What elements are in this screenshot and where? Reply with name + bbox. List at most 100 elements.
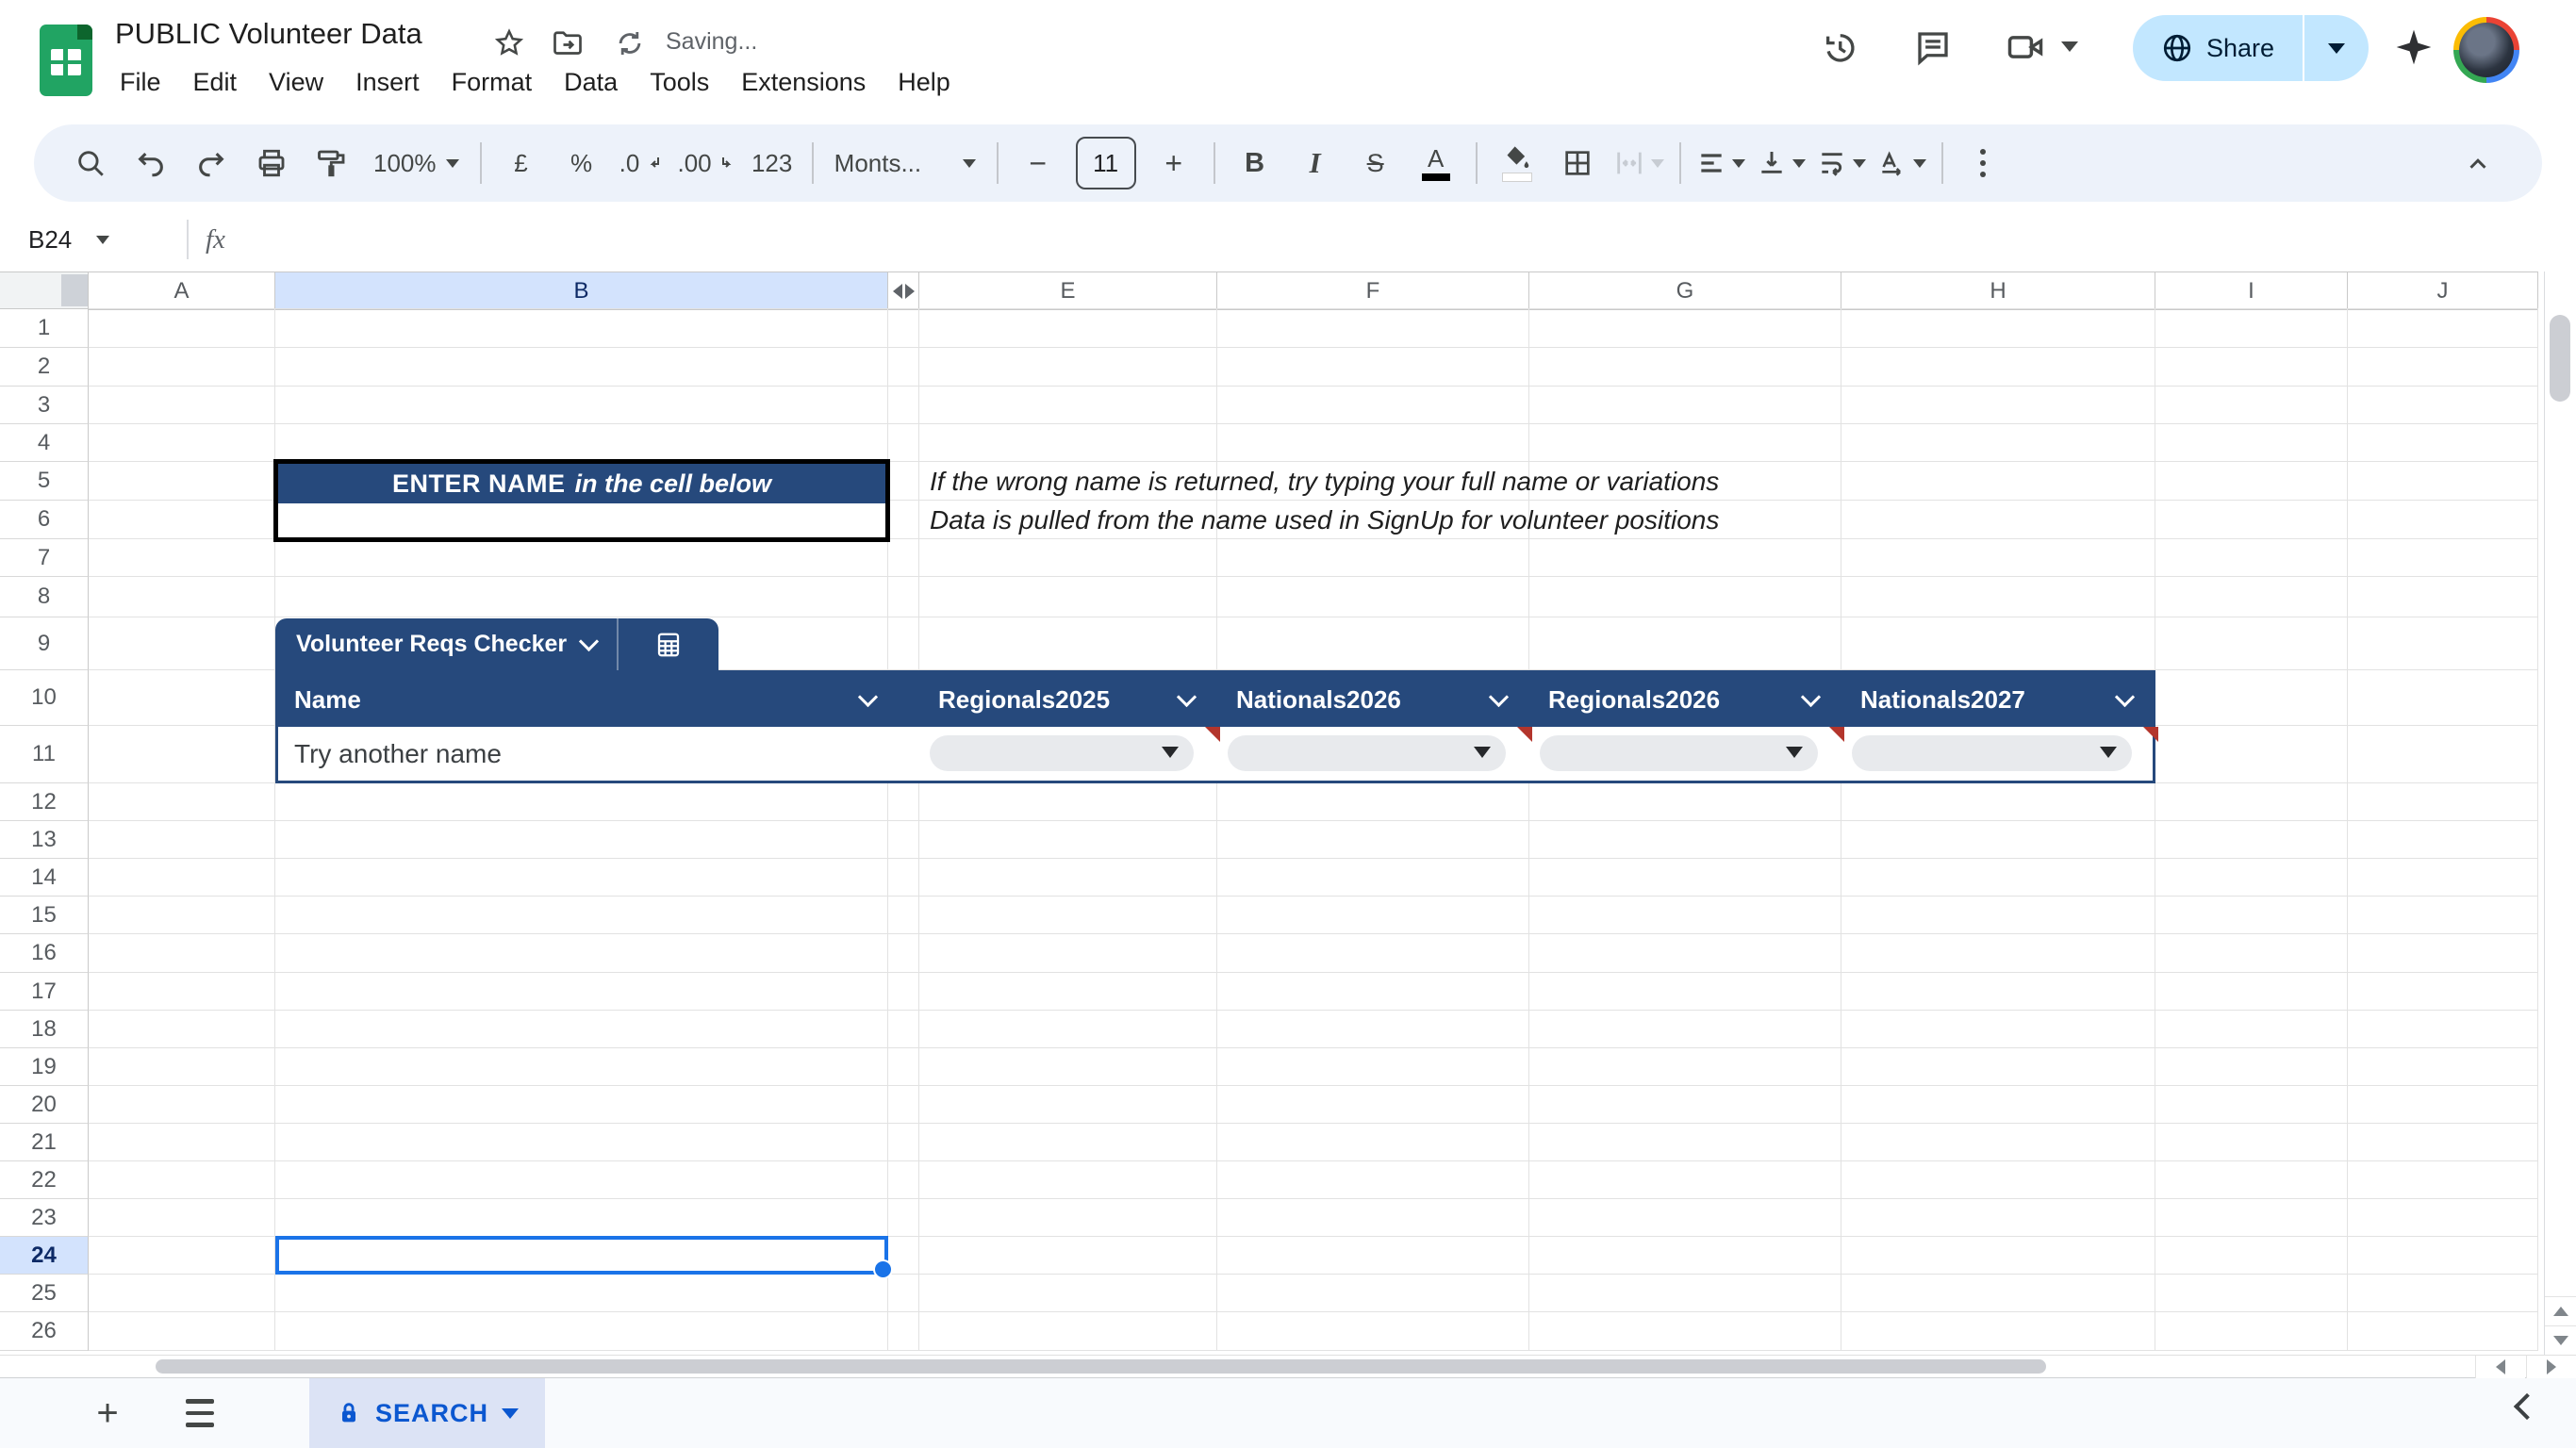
text-wrap-button[interactable]	[1811, 137, 1872, 189]
name-cell-value[interactable]: Try another name	[294, 727, 502, 781]
column-menu-caret-icon[interactable]	[1488, 686, 1510, 708]
row-header-13[interactable]: 13	[0, 821, 89, 859]
vertical-align-button[interactable]	[1751, 137, 1811, 189]
menu-file[interactable]: File	[104, 62, 177, 103]
search-icon[interactable]	[60, 137, 121, 189]
bold-button[interactable]: B	[1225, 137, 1285, 189]
undo-icon[interactable]	[121, 137, 181, 189]
menu-insert[interactable]: Insert	[339, 62, 436, 103]
table-column-header-Regionals2026[interactable]: Regionals2026	[1532, 673, 1844, 727]
column-menu-caret-icon[interactable]	[1176, 686, 1197, 708]
column-menu-caret-icon[interactable]	[2114, 686, 2136, 708]
select-all-corner[interactable]	[0, 272, 89, 309]
row-header-11[interactable]: 11	[0, 726, 89, 783]
share-button[interactable]: Share	[2133, 15, 2369, 81]
more-formats-button[interactable]: 123	[742, 137, 802, 189]
scroll-left-button[interactable]	[2475, 1356, 2525, 1378]
borders-button[interactable]	[1547, 137, 1608, 189]
column-menu-caret-icon[interactable]	[857, 686, 879, 708]
row-header-6[interactable]: 6	[0, 501, 89, 539]
dropdown-cell[interactable]	[1220, 727, 1532, 781]
row-header-17[interactable]: 17	[0, 973, 89, 1011]
row-header-12[interactable]: 12	[0, 783, 89, 821]
vertical-scrollbar[interactable]	[2544, 272, 2576, 1355]
row-header-10[interactable]: 10	[0, 670, 89, 726]
menu-help[interactable]: Help	[882, 62, 966, 103]
table-column-header-Nationals2027[interactable]: Nationals2027	[1844, 673, 2158, 727]
column-menu-caret-icon[interactable]	[1800, 686, 1822, 708]
currency-format-button[interactable]: £	[491, 137, 552, 189]
vertical-scrollbar-thumb[interactable]	[2550, 315, 2570, 402]
menu-data[interactable]: Data	[548, 62, 634, 103]
gemini-sparkle-icon[interactable]	[2387, 21, 2440, 74]
scroll-up-button[interactable]	[2545, 1296, 2576, 1325]
camera-dropdown-caret[interactable]	[2061, 41, 2078, 52]
fill-handle[interactable]	[873, 1259, 893, 1279]
row-header-25[interactable]: 25	[0, 1275, 89, 1312]
print-icon[interactable]	[241, 137, 302, 189]
comments-icon[interactable]	[1907, 21, 1959, 74]
font-select[interactable]: Monts...	[823, 137, 987, 189]
hidden-columns-indicator[interactable]	[888, 272, 919, 310]
all-sheets-button[interactable]	[173, 1387, 226, 1440]
font-size-input[interactable]: 11	[1075, 137, 1136, 189]
percent-format-button[interactable]: %	[552, 137, 612, 189]
row-header-1[interactable]: 1	[0, 309, 89, 348]
selected-cell-B24[interactable]	[275, 1236, 893, 1279]
row-header-15[interactable]: 15	[0, 897, 89, 934]
table-view-icon[interactable]	[619, 631, 718, 659]
row-header-8[interactable]: 8	[0, 577, 89, 617]
sheet-tab-caret-icon[interactable]	[502, 1407, 519, 1419]
row-header-21[interactable]: 21	[0, 1124, 89, 1161]
table-column-header-Name[interactable]: Name	[278, 673, 922, 727]
paint-format-icon[interactable]	[302, 137, 362, 189]
horizontal-scrollbar-thumb[interactable]	[156, 1359, 2046, 1374]
share-dropdown-caret[interactable]	[2304, 42, 2369, 54]
italic-button[interactable]: I	[1285, 137, 1346, 189]
column-header-F[interactable]: F	[1217, 272, 1529, 310]
dropdown-cell[interactable]	[922, 727, 1220, 781]
row-header-7[interactable]: 7	[0, 539, 89, 577]
text-rotation-button[interactable]	[1872, 137, 1932, 189]
enter-name-box[interactable]: ENTER NAME in the cell below	[273, 459, 890, 542]
menu-edit[interactable]: Edit	[177, 62, 254, 103]
menu-view[interactable]: View	[253, 62, 339, 103]
add-sheet-button[interactable]: +	[81, 1387, 134, 1440]
column-header-H[interactable]: H	[1841, 272, 2155, 310]
text-color-button[interactable]: A	[1406, 137, 1466, 189]
column-header-J[interactable]: J	[2348, 272, 2538, 310]
increase-decimal-button[interactable]: .00	[672, 137, 742, 189]
row-header-20[interactable]: 20	[0, 1086, 89, 1124]
more-toolbar-button[interactable]	[1953, 137, 2013, 189]
collapse-toolbar-icon[interactable]	[2448, 138, 2508, 190]
row-header-26[interactable]: 26	[0, 1312, 89, 1351]
decrease-decimal-button[interactable]: .0	[612, 137, 672, 189]
dropdown-chip[interactable]	[930, 735, 1194, 771]
scroll-down-button[interactable]	[2545, 1325, 2576, 1354]
column-header-B[interactable]: B	[275, 272, 888, 310]
column-header-E[interactable]: E	[919, 272, 1217, 310]
horizontal-align-button[interactable]	[1691, 137, 1751, 189]
row-header-14[interactable]: 14	[0, 859, 89, 897]
row-header-5[interactable]: 5	[0, 462, 89, 501]
move-folder-icon[interactable]	[549, 25, 586, 62]
column-header-G[interactable]: G	[1529, 272, 1841, 310]
column-header-I[interactable]: I	[2155, 272, 2348, 310]
row-header-24[interactable]: 24	[0, 1237, 89, 1275]
table-column-header-Regionals2025[interactable]: Regionals2025	[922, 673, 1220, 727]
dropdown-chip[interactable]	[1540, 735, 1818, 771]
table-column-header-Nationals2026[interactable]: Nationals2026	[1220, 673, 1532, 727]
star-icon[interactable]	[490, 25, 528, 62]
version-history-icon[interactable]	[1812, 21, 1865, 74]
dropdown-chip[interactable]	[1228, 735, 1506, 771]
dropdown-cell[interactable]	[1532, 727, 1844, 781]
table-name-chip[interactable]: Volunteer Reqs Checker	[275, 618, 718, 670]
horizontal-scrollbar[interactable]	[0, 1355, 2576, 1378]
strikethrough-button[interactable]: S	[1346, 137, 1406, 189]
zoom-select[interactable]: 100%	[362, 137, 471, 189]
redo-icon[interactable]	[181, 137, 241, 189]
share-main[interactable]: Share	[2133, 15, 2303, 81]
increase-font-size-button[interactable]: +	[1144, 137, 1204, 189]
document-title[interactable]: PUBLIC Volunteer Data	[115, 17, 422, 51]
dropdown-chip[interactable]	[1852, 735, 2132, 771]
